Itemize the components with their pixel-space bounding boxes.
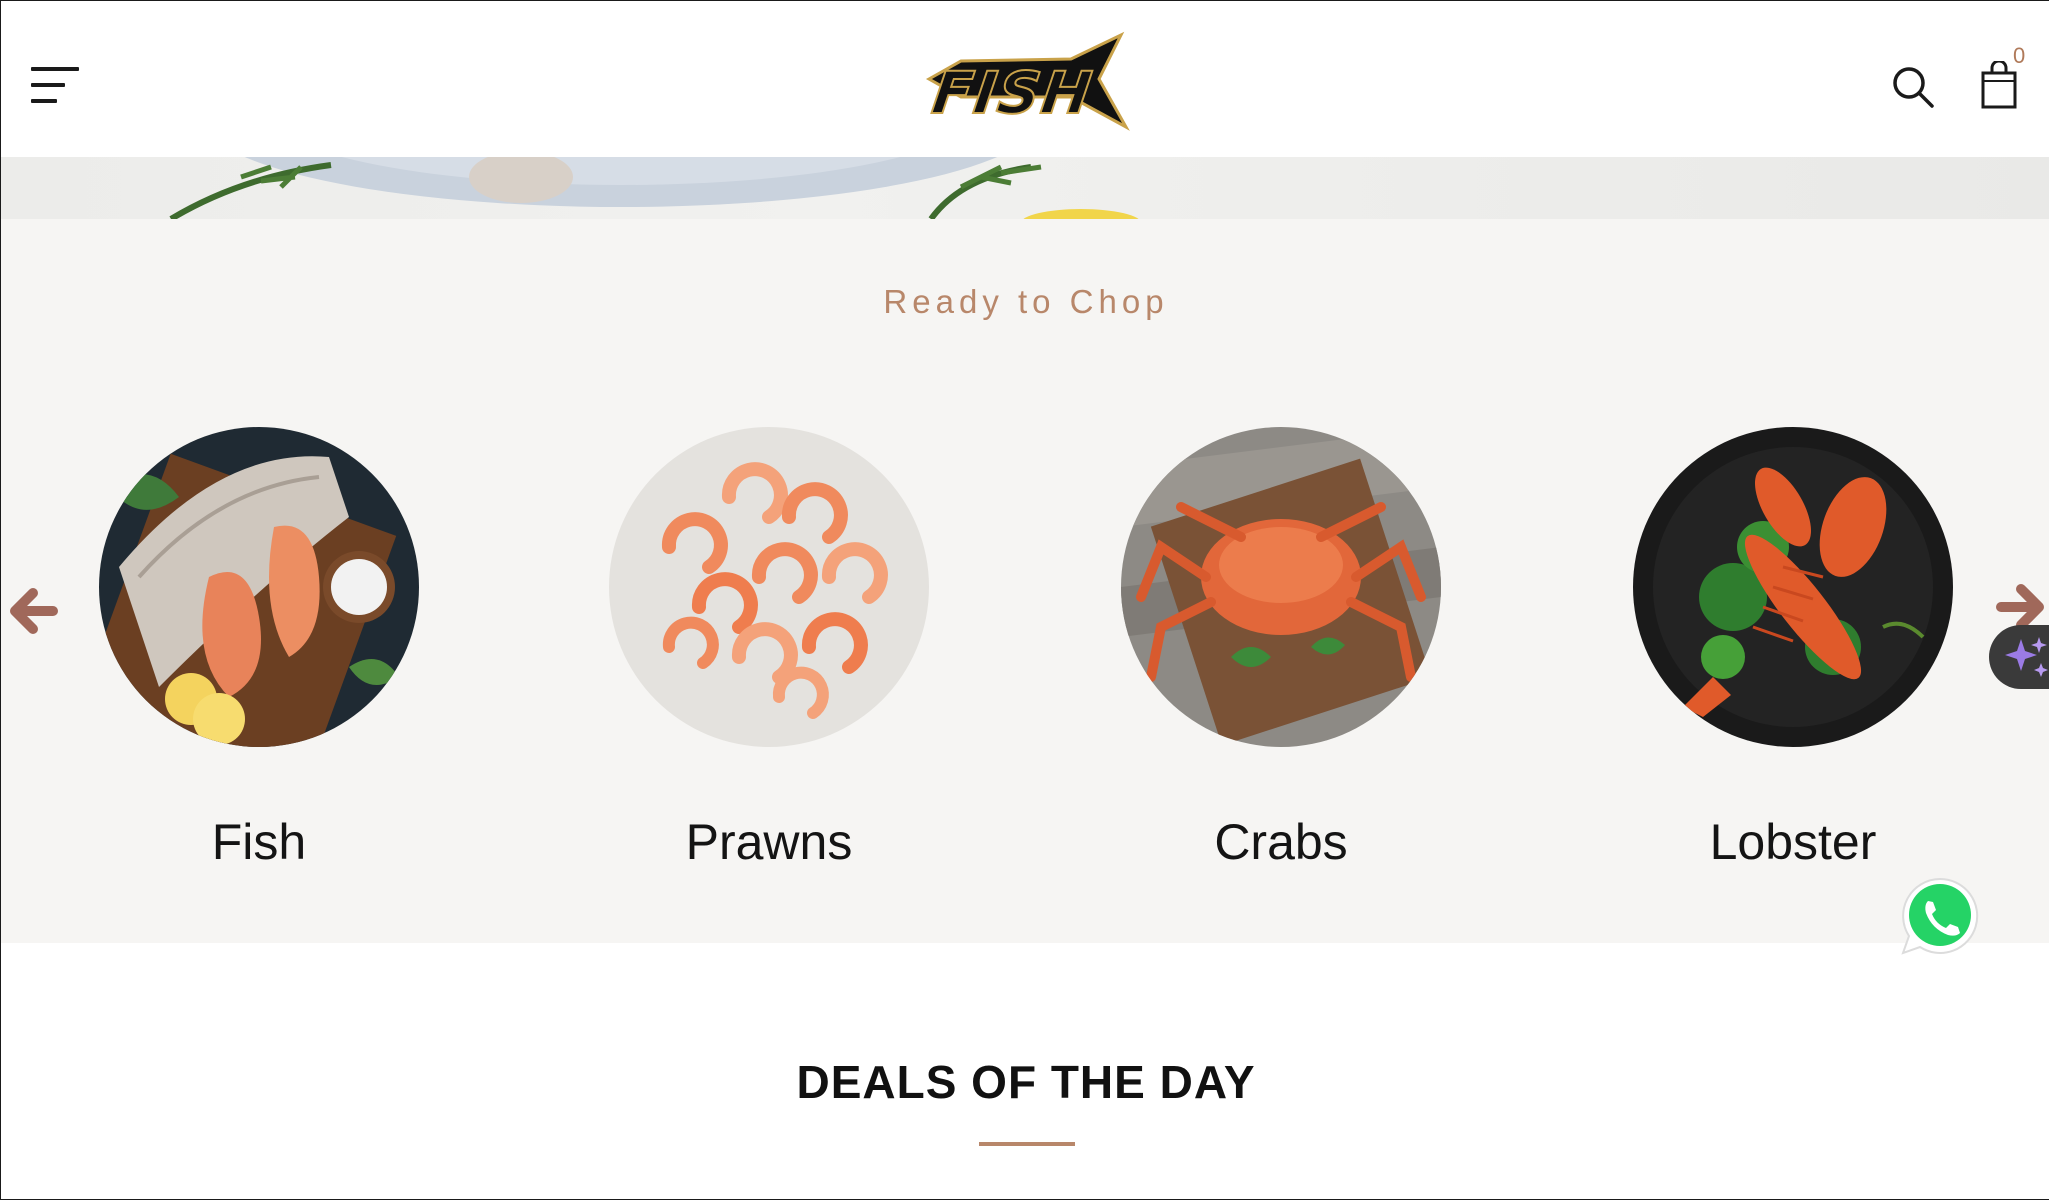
category-image-crabs xyxy=(1121,427,1441,747)
logo-text: FISH xyxy=(927,58,1098,128)
whatsapp-icon[interactable] xyxy=(1897,873,1983,959)
arrow-left-icon[interactable] xyxy=(3,583,59,639)
deals-section-title: DEALS OF THE DAY xyxy=(796,1056,1256,1108)
menu-icon[interactable] xyxy=(31,65,81,105)
search-icon[interactable] xyxy=(1891,65,1935,109)
section-subtitle: Ready to Chop xyxy=(883,283,1169,320)
category-item-crabs[interactable]: Crabs xyxy=(1101,427,1461,871)
category-image-lobster xyxy=(1633,427,1953,747)
category-image-fish xyxy=(99,427,419,747)
site-logo[interactable]: FISH xyxy=(921,31,1131,131)
category-item-prawns[interactable]: Prawns xyxy=(589,427,949,871)
category-section: Ready to Chop Fish Prawns Crabs Lobster xyxy=(1,219,2049,943)
page: FISH 0 Ready to Chop Fish Prawns Crabs L… xyxy=(0,0,2049,1200)
ai-assistant-button[interactable] xyxy=(1989,625,2049,689)
cart-count-badge: 0 xyxy=(2013,43,2026,68)
category-label-prawns: Prawns xyxy=(685,814,853,870)
category-label-crabs: Crabs xyxy=(1214,814,1348,870)
hero-banner-image xyxy=(1,157,2049,219)
category-item-lobster[interactable]: Lobster xyxy=(1613,427,1973,871)
sparkle-icon xyxy=(2005,637,2048,677)
title-underline xyxy=(979,1142,1075,1146)
category-label-fish: Fish xyxy=(211,814,307,870)
category-label-lobster: Lobster xyxy=(1709,814,1877,870)
site-header: FISH 0 xyxy=(1,1,2049,157)
category-item-fish[interactable]: Fish xyxy=(79,427,439,871)
category-image-prawns xyxy=(609,427,929,747)
